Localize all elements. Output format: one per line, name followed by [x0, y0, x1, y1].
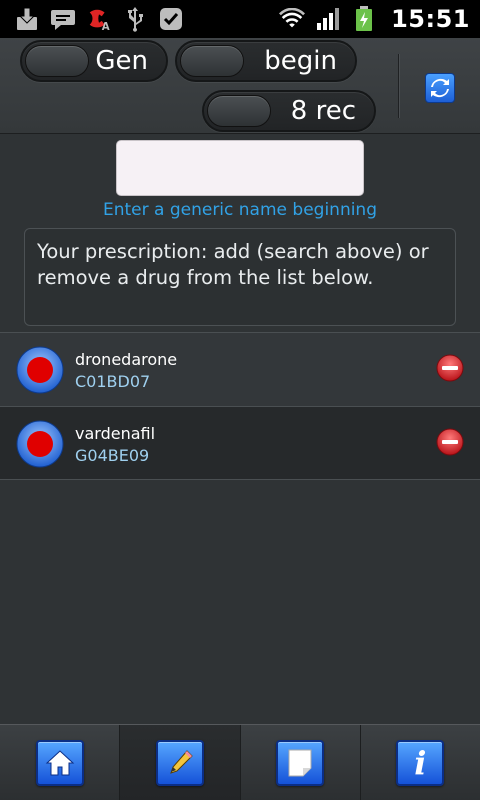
- wifi-icon: [279, 6, 306, 32]
- tab-edit[interactable]: [120, 725, 241, 800]
- home-icon: [45, 749, 74, 775]
- drug-pill-icon: [16, 346, 64, 394]
- remove-drug-button[interactable]: [436, 354, 464, 382]
- download-icon: [14, 6, 40, 32]
- info-button[interactable]: i: [396, 739, 445, 786]
- svg-text:A: A: [102, 22, 110, 32]
- tab-info[interactable]: i: [361, 725, 480, 800]
- refresh-icon: [431, 78, 449, 98]
- bottom-nav: i: [0, 724, 480, 800]
- drug-name: dronedarone: [75, 350, 178, 369]
- refresh-button[interactable]: [425, 73, 455, 103]
- drug-row[interactable]: dronedarone C01BD07: [0, 332, 480, 406]
- note-icon: [288, 749, 312, 776]
- pencil-icon: [170, 749, 193, 774]
- drug-atc-code: G04BE09: [75, 446, 150, 465]
- begin-toggle[interactable]: begin: [175, 40, 357, 82]
- home-button[interactable]: [35, 739, 84, 786]
- prescription-info: Your prescription: add (search above) or…: [24, 228, 456, 326]
- signal-icon: [315, 6, 341, 32]
- search-hint: Enter a generic name beginning: [102, 200, 378, 220]
- remove-drug-button[interactable]: [436, 428, 464, 456]
- rec-toggle[interactable]: 8 rec: [202, 90, 376, 132]
- drug-row[interactable]: vardenafil G04BE09: [0, 406, 480, 480]
- filter-toolbar: Gen begin 8 rec: [0, 38, 480, 134]
- tab-home[interactable]: [0, 725, 121, 800]
- status-bar: A 15:51: [0, 0, 480, 38]
- missed-call-icon: A: [86, 6, 112, 32]
- toolbar-divider: [398, 54, 400, 118]
- begin-toggle-knob: [180, 45, 244, 77]
- gen-toggle-label: Gen: [95, 46, 148, 76]
- drug-name: vardenafil: [75, 424, 156, 443]
- chat-icon: [50, 6, 76, 32]
- usb-icon: [122, 6, 148, 32]
- drug-atc-code: C01BD07: [75, 372, 151, 391]
- status-clock: 15:51: [391, 5, 470, 33]
- drug-list: dronedarone C01BD07 vardenafil G04BE09: [0, 332, 480, 480]
- check-icon: [158, 6, 184, 32]
- gen-toggle[interactable]: Gen: [20, 40, 168, 82]
- gen-toggle-knob: [25, 45, 89, 77]
- rec-toggle-label: 8 rec: [290, 96, 356, 126]
- edit-button[interactable]: [155, 739, 204, 786]
- info-icon: i: [414, 743, 427, 782]
- battery-charging-icon: [351, 6, 377, 32]
- notes-button[interactable]: [276, 739, 325, 786]
- begin-toggle-label: begin: [264, 46, 337, 76]
- drug-pill-icon: [16, 420, 64, 468]
- tab-notes[interactable]: [241, 725, 361, 800]
- rec-toggle-knob: [207, 95, 271, 127]
- drug-search-input[interactable]: [116, 140, 364, 196]
- app-screen: A 15:51 Gen begin 8 rec Enter a generic …: [0, 0, 480, 800]
